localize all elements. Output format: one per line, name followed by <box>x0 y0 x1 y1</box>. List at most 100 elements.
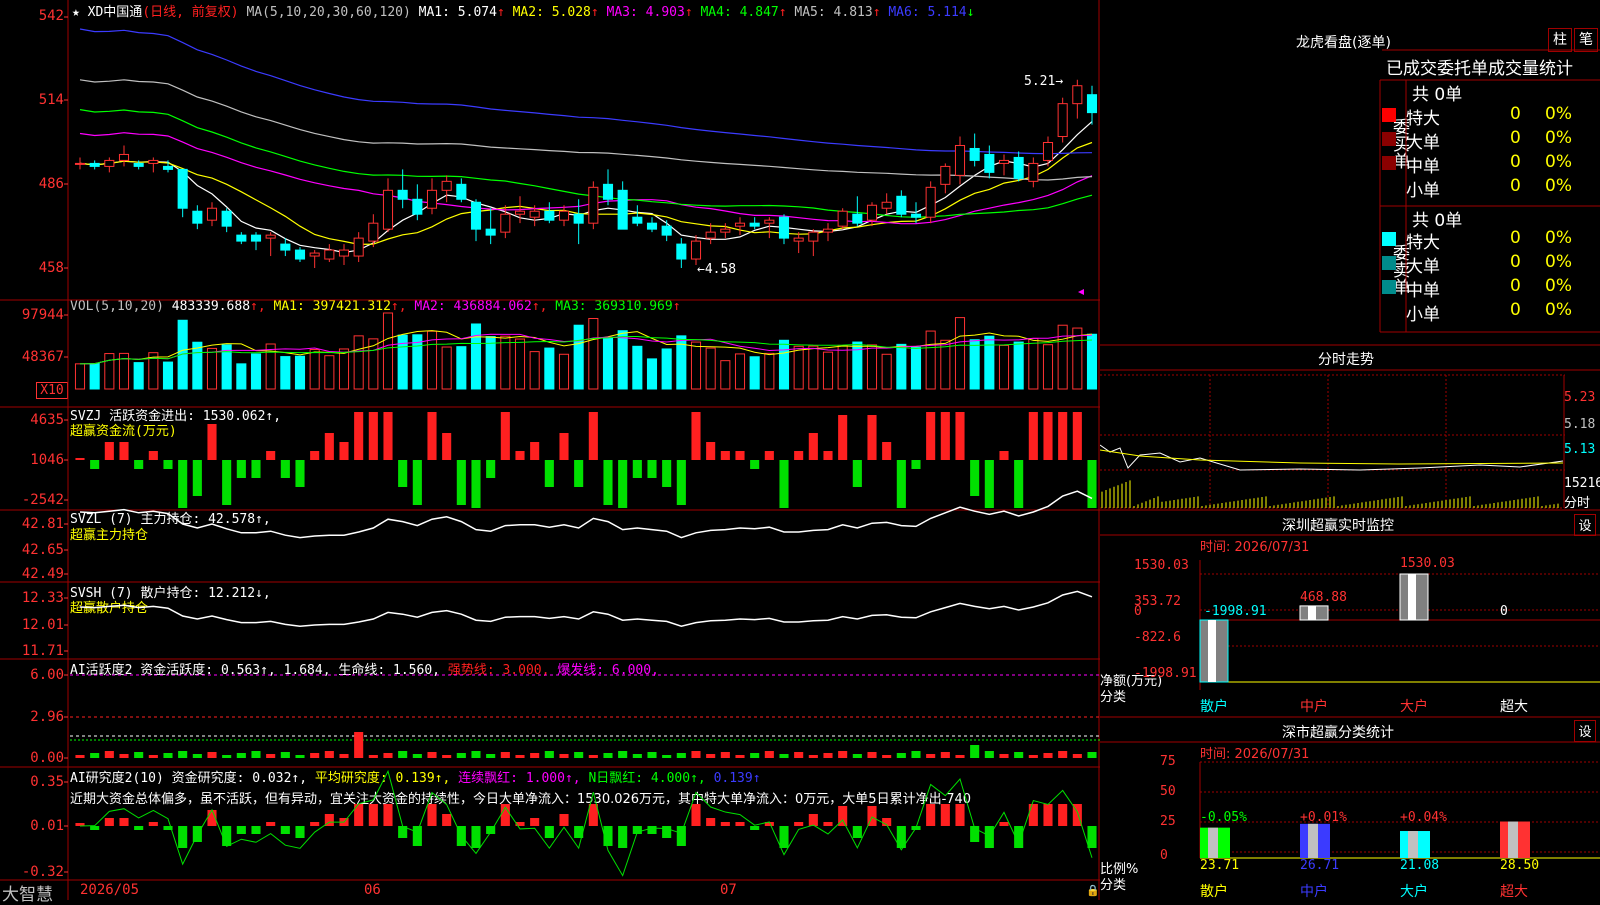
candle-body <box>808 231 819 242</box>
research-bar <box>368 804 378 826</box>
volume-bar <box>661 348 672 390</box>
candle-body <box>162 165 174 170</box>
fund-flow-bar <box>1072 412 1082 460</box>
research-bar <box>1028 804 1038 826</box>
candle-body <box>148 159 159 164</box>
activity-bar <box>471 751 481 758</box>
research-bar <box>280 826 290 834</box>
candle-body <box>720 228 731 233</box>
candle-body <box>1086 94 1098 114</box>
activity-bar <box>368 755 378 758</box>
monitor-value: 468.88 <box>1300 590 1347 605</box>
stat-change: +0.01% <box>1300 810 1347 825</box>
chart-canvas[interactable] <box>0 0 1100 900</box>
activity-bar <box>1072 754 1082 758</box>
activity-bar <box>251 751 261 758</box>
buy-row-swatch <box>1382 180 1396 194</box>
activity-bar <box>163 753 173 758</box>
buy-row-pct: 0% <box>1545 152 1572 172</box>
activity-bar <box>794 752 804 758</box>
fund-flow-bar <box>896 460 906 508</box>
volume-bar <box>764 352 775 390</box>
candle-body <box>602 183 614 200</box>
sell-row-pct: 0% <box>1545 252 1572 272</box>
candle-body <box>485 228 496 236</box>
fund-flow-bar <box>764 451 774 460</box>
candle-body <box>954 144 966 176</box>
research-bar <box>926 804 936 826</box>
buy-row-label: 特大 <box>1406 109 1440 129</box>
volume-bar <box>896 343 907 390</box>
research-bar <box>735 822 745 826</box>
candle-body <box>705 231 716 239</box>
fund-flow-bar <box>574 460 584 487</box>
candle-body <box>544 210 555 221</box>
volume-bar <box>690 341 702 390</box>
candle-body <box>221 210 232 227</box>
research-bar <box>852 826 862 838</box>
sell-row-val: 0 <box>1510 276 1521 296</box>
fund-flow-bar <box>970 460 980 496</box>
activity-bar <box>398 751 408 758</box>
research-bar <box>383 804 393 826</box>
stat-category: 超大 <box>1500 884 1528 900</box>
fund-flow-bar <box>75 458 85 460</box>
ma-line-5 <box>79 79 1093 181</box>
candle-body <box>749 222 760 227</box>
research-bar <box>1058 804 1068 826</box>
fund-flow-bar <box>368 412 378 460</box>
activity-bar <box>632 754 642 758</box>
activity-bar <box>882 755 892 758</box>
volume-bar <box>588 317 599 390</box>
volume-bar <box>998 344 1010 390</box>
fund-flow-bar <box>926 412 936 460</box>
activity-bar <box>691 751 701 758</box>
sell-row-label: 特大 <box>1406 233 1440 253</box>
fund-flow-bar <box>266 451 276 460</box>
research-bar <box>823 822 833 826</box>
activity-bar <box>427 752 437 758</box>
research-bar <box>794 822 804 826</box>
candle-body <box>133 162 144 167</box>
activity-bar <box>412 754 422 758</box>
fund-flow-bar <box>280 460 290 478</box>
fund-flow-bar <box>163 460 173 469</box>
stat-bar-highlight <box>1208 827 1218 858</box>
fund-flow-bar <box>647 460 657 478</box>
buy-row-val: 0 <box>1510 104 1521 124</box>
high-value: 5.21 <box>1024 74 1056 89</box>
fund-flow-bar <box>662 460 672 487</box>
volume-bar <box>646 358 658 390</box>
activity-bar <box>456 753 466 758</box>
buy-row-pct: 0% <box>1545 128 1572 148</box>
volume-bar <box>89 362 100 390</box>
fund-flow-bar <box>324 433 334 460</box>
sell-row-pct: 0% <box>1545 228 1572 248</box>
volume-bar <box>720 360 731 390</box>
activity-bar <box>603 753 613 758</box>
fund-flow-bar <box>823 451 833 460</box>
fund-flow-bar <box>852 460 862 487</box>
buy-row-pct: 0% <box>1545 104 1572 124</box>
retail-holding-line <box>79 590 1093 627</box>
volume-bar <box>1028 338 1039 390</box>
main-chart-area[interactable]: ★ XD中国通(日线, 前复权) MA(5,10,20,30,60,120) M… <box>0 0 1100 905</box>
volume-bar <box>104 353 115 390</box>
candle-body <box>1042 142 1054 161</box>
research-bar <box>750 826 760 830</box>
candle-body <box>500 213 511 233</box>
fund-flow-bar <box>808 433 818 460</box>
fund-flow-bar <box>632 460 642 478</box>
buy-row-val: 0 <box>1510 128 1521 148</box>
volume-bar <box>250 353 262 390</box>
fund-flow-bar <box>1087 460 1097 508</box>
fund-flow-bar <box>794 451 804 460</box>
candle-body <box>338 249 350 257</box>
activity-bar <box>808 755 818 758</box>
monitor-bar-highlight <box>1208 620 1216 682</box>
fund-flow-bar <box>104 442 114 460</box>
activity-bar <box>1087 752 1097 758</box>
volume-bar <box>294 355 306 390</box>
activity-bar <box>574 752 584 758</box>
volume-bar <box>1086 333 1098 390</box>
